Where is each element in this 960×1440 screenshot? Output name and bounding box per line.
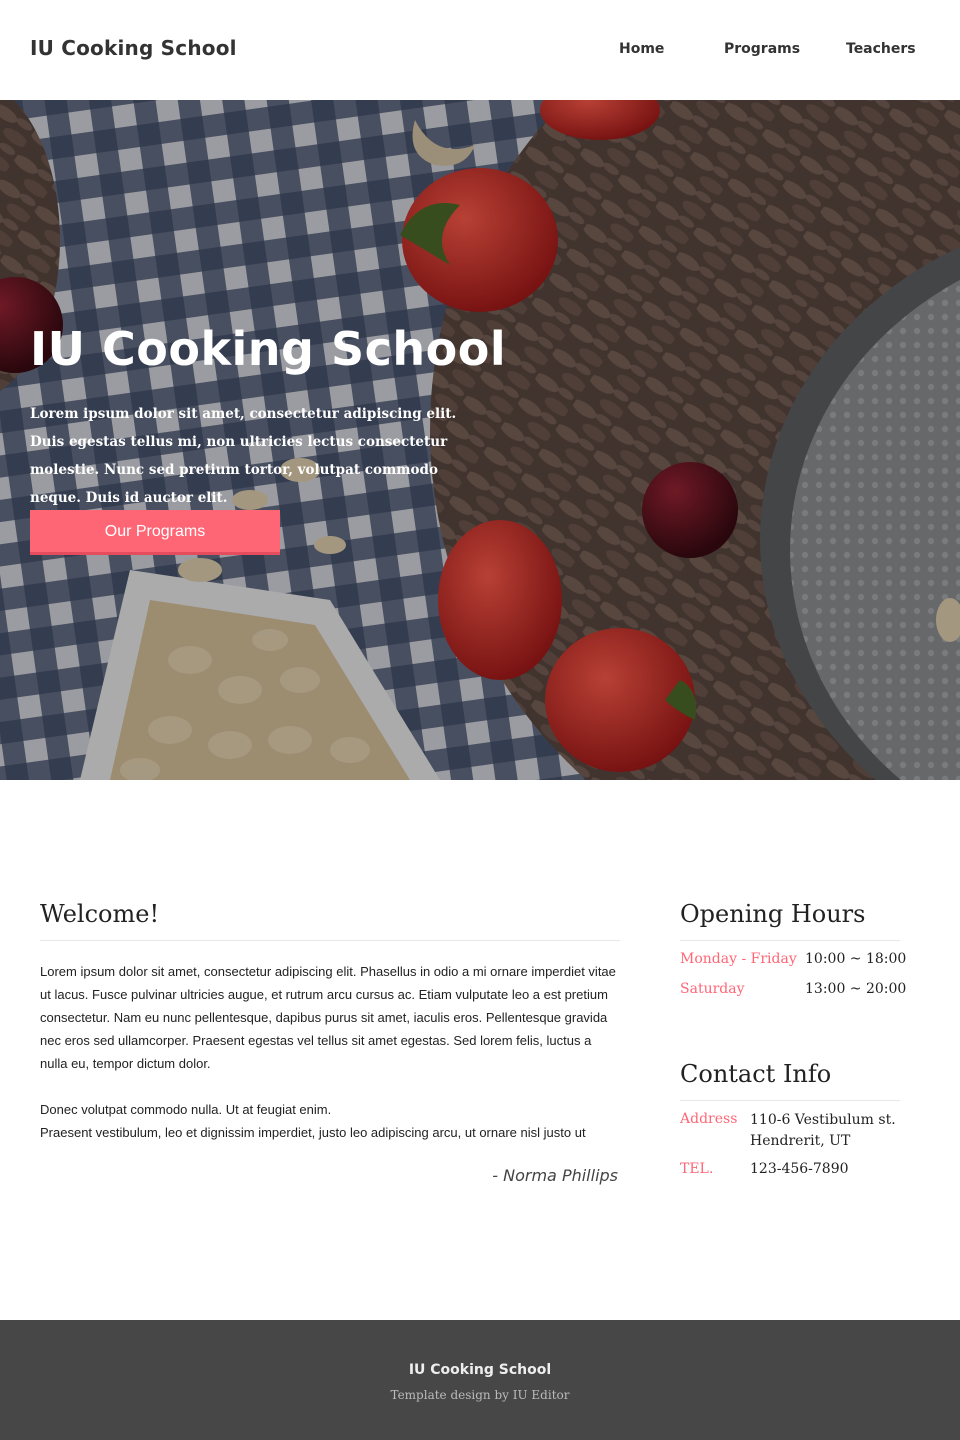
hours-day-weekday: Monday - Friday: [680, 951, 797, 967]
hero-title: IU Cooking School: [30, 322, 507, 376]
contact-info-title: Contact Info: [680, 1060, 832, 1088]
nav-teachers[interactable]: Teachers: [846, 41, 916, 57]
site-logo[interactable]: IU Cooking School: [30, 36, 237, 60]
footer-title: IU Cooking School: [408, 1362, 552, 1378]
hero-section: IU Cooking School Lorem ipsum dolor sit …: [0, 100, 960, 780]
address-line-1: 110-6 Vestibulum st.: [750, 1112, 896, 1128]
opening-hours-title: Opening Hours: [680, 900, 866, 928]
hours-divider: [680, 940, 900, 941]
hours-time-saturday: 13:00 ~ 20:00: [805, 981, 907, 997]
nav-programs[interactable]: Programs: [724, 41, 800, 57]
address-label: Address: [680, 1111, 738, 1127]
welcome-paragraph-1: Lorem ipsum dolor sit amet, consectetur …: [40, 964, 616, 1071]
tel-value[interactable]: 123-456-7890: [750, 1159, 849, 1180]
address-line-2: Hendrerit, UT: [750, 1133, 851, 1149]
welcome-divider: [40, 940, 620, 941]
site-footer: IU Cooking School Template design by IU …: [0, 1320, 960, 1440]
contact-divider: [680, 1100, 900, 1101]
footer-credit: Template design by IU Editor: [390, 1388, 570, 1402]
tel-label: TEL.: [680, 1161, 714, 1177]
hero-text: Lorem ipsum dolor sit amet, consectetur …: [30, 406, 457, 506]
signature: - Norma Phillips: [492, 1166, 618, 1185]
welcome-title: Welcome!: [40, 900, 160, 928]
hours-day-saturday: Saturday: [680, 981, 745, 997]
welcome-paragraph-2-line-2: Praesent vestibulum, leo et dignissim im…: [40, 1125, 586, 1140]
our-programs-button[interactable]: Our Programs: [30, 510, 280, 555]
site-header: IU Cooking School Home Programs Teachers: [0, 0, 960, 100]
hours-time-weekday: 10:00 ~ 18:00: [805, 951, 907, 967]
welcome-paragraph-2-line-1: Donec volutpat commodo nulla. Ut at feug…: [40, 1102, 332, 1117]
nav-home[interactable]: Home: [619, 41, 664, 57]
